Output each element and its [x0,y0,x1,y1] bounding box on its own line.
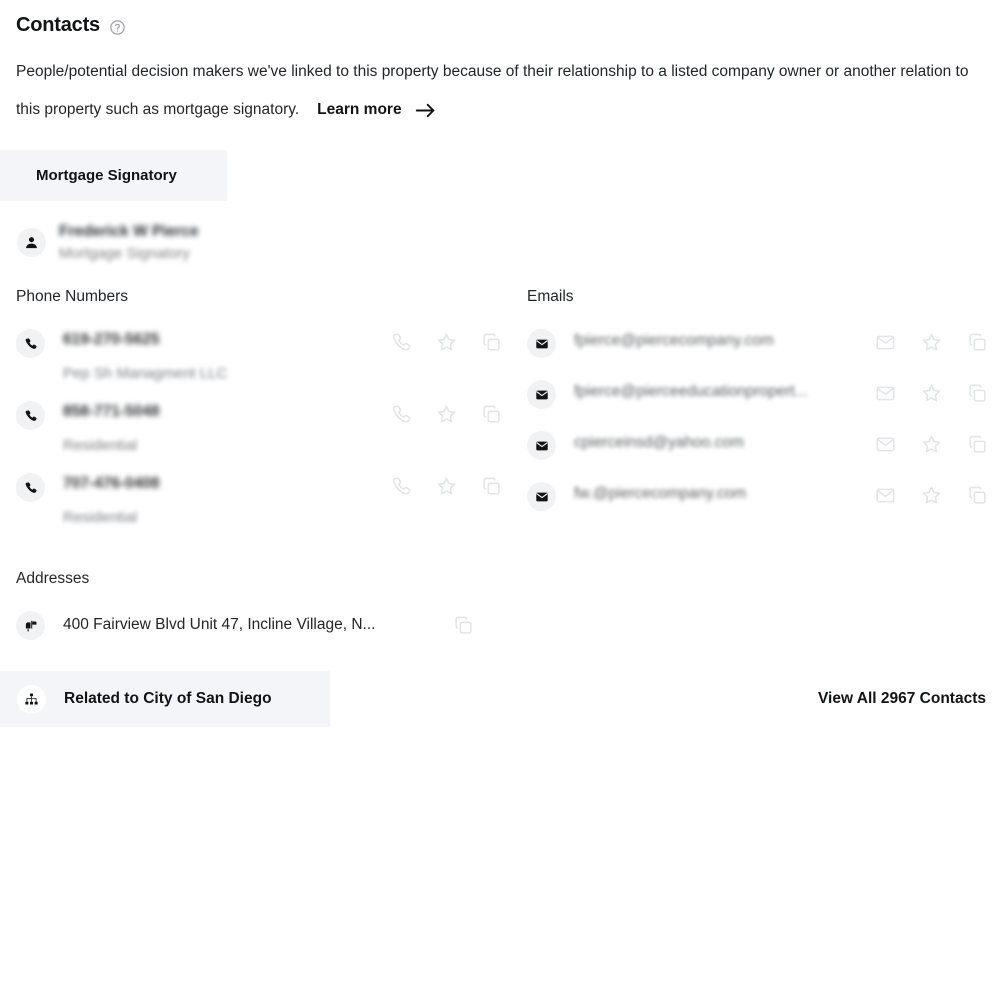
phone-row[interactable]: 619-270-5625 Pep Sh Managment LLC [16,328,521,382]
star-icon[interactable] [921,434,942,455]
copy-icon[interactable] [967,383,988,404]
envelope-filled-icon [527,329,556,358]
mailbox-icon [16,611,45,640]
address-row[interactable]: 400 Fairview Blvd Unit 47, Incline Villa… [16,610,984,640]
star-icon[interactable] [436,332,457,353]
contacts-description: People/potential decision makers we've l… [16,53,984,129]
email-row-text: fpierce@piercecompany.com [574,328,875,350]
call-icon[interactable] [391,476,412,497]
phone-row-text: 619-270-5625 Pep Sh Managment LLC [63,328,391,382]
email-row-actions [875,430,988,455]
phone-row-text: 707-476-0408 Residential [63,472,391,526]
related-to-chip[interactable]: Related to City of San Diego [0,671,330,727]
phone-row-text: 858-771-5048 Residential [63,400,391,454]
email-row[interactable]: fpierce@pierceeducationpropert... [527,379,988,409]
email-address: fpierce@pierceeducationpropert... [574,383,808,400]
contact-role: Mortgage Signatory [59,245,190,262]
contacts-section-header: Contacts [0,0,1000,37]
phone-number: 858-771-5048 [63,403,160,420]
hierarchy-icon [17,684,46,714]
emails-section: Emails fpierce@piercecompany.com fpierce… [521,288,988,544]
addresses-heading: Addresses [16,570,90,587]
mail-icon[interactable] [875,383,896,404]
phone-icon [16,329,45,358]
question-circle-icon[interactable] [109,16,126,36]
related-to-label: Related to City of San Diego [64,690,272,707]
learn-more-label: Learn more [317,101,402,118]
contact-type-tabs: Mortgage Signatory [0,150,1000,201]
phone-row-actions [391,328,502,353]
contact-name: Frederick W Pierce [59,223,199,240]
email-row-actions [875,328,988,353]
copy-icon[interactable] [967,434,988,455]
contact-identity-text: Frederick W Pierce Mortgage Signatory [59,223,199,262]
email-row[interactable]: fpierce@piercecompany.com [527,328,988,358]
copy-icon[interactable] [481,332,502,353]
phone-label: Residential [63,437,138,454]
phone-label: Pep Sh Managment LLC [63,365,228,382]
mail-icon[interactable] [875,485,896,506]
addresses-section: Addresses 400 Fairview Blvd Unit 47, Inc… [0,570,1000,640]
star-icon[interactable] [921,485,942,506]
email-address: fpierce@piercecompany.com [574,332,774,349]
envelope-filled-icon [527,482,556,511]
phone-numbers-heading: Phone Numbers [16,288,129,305]
person-icon [17,228,46,257]
arrow-right-icon [415,103,436,118]
email-row-text: cpierceinsd@yahoo.com [574,430,875,452]
call-icon[interactable] [391,404,412,425]
phone-numbers-section: Phone Numbers 619-270-5625 Pep Sh Managm… [16,288,521,544]
copy-icon[interactable] [481,476,502,497]
star-icon[interactable] [436,476,457,497]
mail-icon[interactable] [875,332,896,353]
phone-number: 619-270-5625 [63,331,160,348]
address-text: 400 Fairview Blvd Unit 47, Incline Villa… [63,616,376,633]
star-icon[interactable] [921,383,942,404]
tab-mortgage-signatory[interactable]: Mortgage Signatory [0,150,227,201]
copy-icon[interactable] [453,615,474,636]
email-row[interactable]: fw.@piercecompany.com [527,481,988,511]
page-title: Contacts [16,14,100,36]
learn-more-link[interactable]: Learn more [317,91,435,129]
tab-label: Mortgage Signatory [36,167,177,184]
phone-row-actions [391,400,502,425]
email-row-actions [875,481,988,506]
contact-identity[interactable]: Frederick W Pierce Mortgage Signatory [0,201,1000,262]
envelope-filled-icon [527,431,556,460]
phone-number: 707-476-0408 [63,475,160,492]
email-row[interactable]: cpierceinsd@yahoo.com [527,430,988,460]
envelope-filled-icon [527,380,556,409]
phone-row-actions [391,472,502,497]
star-icon[interactable] [436,404,457,425]
email-address: fw.@piercecompany.com [574,485,747,502]
phone-icon [16,401,45,430]
mail-icon[interactable] [875,434,896,455]
copy-icon[interactable] [967,332,988,353]
email-address: cpierceinsd@yahoo.com [574,434,744,451]
phone-row[interactable]: 858-771-5048 Residential [16,400,521,454]
copy-icon[interactable] [481,404,502,425]
copy-icon[interactable] [967,485,988,506]
star-icon[interactable] [921,332,942,353]
email-row-text: fw.@piercecompany.com [574,481,875,503]
emails-heading: Emails [527,288,574,305]
phone-icon [16,473,45,502]
phone-row[interactable]: 707-476-0408 Residential [16,472,521,526]
phone-label: Residential [63,509,138,526]
contact-details-columns: Phone Numbers 619-270-5625 Pep Sh Managm… [0,288,1000,544]
view-all-contacts-link[interactable]: View All 2967 Contacts [818,690,986,708]
contacts-footer: Related to City of San Diego View All 29… [0,671,1000,727]
email-row-actions [875,379,988,404]
description-text: People/potential decision makers we've l… [16,63,969,118]
emails-list: fpierce@piercecompany.com fpierce@pierce… [527,328,988,511]
email-row-text: fpierce@pierceeducationpropert... [574,379,875,401]
call-icon[interactable] [391,332,412,353]
